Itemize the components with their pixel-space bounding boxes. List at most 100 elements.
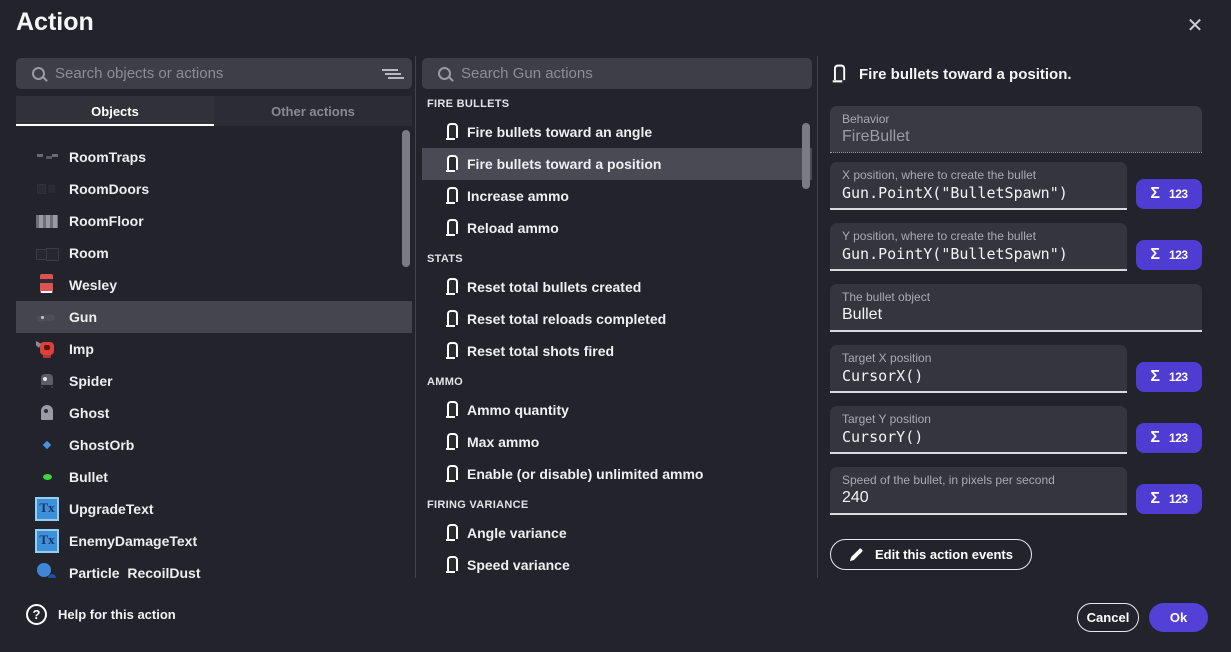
object-item-enemydamagetext[interactable]: EnemyDamageText	[16, 525, 412, 557]
room-sprite-icon	[35, 241, 59, 265]
target-x-field[interactable]: CursorX()	[842, 367, 1115, 385]
action-list: FIRE BULLETS Fire bullets toward an angl…	[422, 92, 812, 578]
action-item-reset-reloads-completed[interactable]: Reset total reloads completed	[422, 303, 812, 335]
object-name: RoomDoors	[69, 181, 149, 197]
action-name: Enable (or disable) unlimited ammo	[467, 466, 703, 482]
object-list-scrollbar[interactable]	[402, 130, 410, 267]
object-item-gun-selected[interactable]: Gun	[16, 301, 412, 333]
help-icon: ?	[26, 604, 47, 625]
bullet-icon	[443, 154, 459, 174]
numbers-icon: 123	[1169, 187, 1188, 201]
object-item-roomdoors[interactable]: RoomDoors	[16, 173, 412, 205]
object-item-particle-recoildust[interactable]: Particle_RecoilDust	[16, 557, 412, 578]
search-icon	[438, 67, 451, 80]
expression-editor-button[interactable]: Σ 123	[1136, 484, 1202, 514]
actions-search-input[interactable]: Search Gun actions	[422, 58, 812, 89]
object-name: Wesley	[69, 277, 117, 293]
action-name: Reset total reloads completed	[467, 311, 666, 327]
action-item-max-ammo[interactable]: Max ammo	[422, 426, 812, 458]
field-label: X position, where to create the bullet	[842, 168, 1115, 182]
bullet-object-field[interactable]: Bullet	[842, 306, 1190, 324]
object-item-roomfloor[interactable]: RoomFloor	[16, 205, 412, 237]
left-tabbar: Objects Other actions	[16, 96, 412, 126]
object-item-ghostorb[interactable]: GhostOrb	[16, 429, 412, 461]
action-item-fire-angle[interactable]: Fire bullets toward an angle	[422, 116, 812, 148]
x-position-field[interactable]: Gun.PointX("BulletSpawn")	[842, 184, 1115, 202]
object-item-imp[interactable]: Imp	[16, 333, 412, 365]
ok-button[interactable]: Ok	[1149, 603, 1208, 632]
panel-divider	[415, 56, 416, 578]
action-item-fire-position-selected[interactable]: Fire bullets toward a position	[422, 148, 812, 180]
object-item-room[interactable]: Room	[16, 237, 412, 269]
action-list-scrollbar[interactable]	[802, 123, 810, 189]
action-item-reload-ammo[interactable]: Reload ammo	[422, 212, 812, 244]
sigma-icon: Σ	[1150, 246, 1160, 264]
action-name: Angle variance	[467, 525, 567, 541]
object-list: RoomTraps RoomDoors RoomFloor Room Wesle…	[16, 127, 412, 578]
edit-action-events-button[interactable]: Edit this action events	[830, 539, 1032, 570]
field-row-target-y: Target Y position CursorY() Σ 123	[830, 406, 1202, 454]
help-label: Help for this action	[58, 607, 176, 622]
action-description: Fire bullets toward a position.	[859, 66, 1072, 83]
action-name: Reload ammo	[467, 220, 559, 236]
object-item-ghost[interactable]: Ghost	[16, 397, 412, 429]
action-item-ammo-quantity[interactable]: Ammo quantity	[422, 394, 812, 426]
ghost-sprite-icon	[35, 401, 59, 425]
objects-search-input[interactable]: Search objects or actions	[16, 58, 412, 89]
panel-divider	[817, 56, 818, 578]
object-name: Imp	[69, 341, 94, 357]
object-item-bullet[interactable]: Bullet	[16, 461, 412, 493]
field-label: Target X position	[842, 351, 1115, 365]
y-position-field[interactable]: Gun.PointY("BulletSpawn")	[842, 245, 1115, 263]
object-name: Spider	[69, 373, 113, 389]
numbers-icon: 123	[1169, 370, 1188, 384]
cancel-button[interactable]: Cancel	[1077, 603, 1139, 632]
filter-icon[interactable]	[382, 68, 398, 80]
spider-sprite-icon	[35, 369, 59, 393]
bullet-icon	[443, 218, 459, 238]
bullet-icon	[443, 464, 459, 484]
bullet-icon	[443, 400, 459, 420]
object-item-upgradetext[interactable]: UpgradeText	[16, 493, 412, 525]
action-name: Reset total bullets created	[467, 279, 641, 295]
action-item-unlimited-ammo[interactable]: Enable (or disable) unlimited ammo	[422, 458, 812, 490]
tab-other-actions[interactable]: Other actions	[214, 96, 412, 126]
action-item-increase-ammo[interactable]: Increase ammo	[422, 180, 812, 212]
bullet-sprite-icon	[35, 465, 59, 489]
numbers-icon: 123	[1169, 248, 1188, 262]
action-name: Fire bullets toward an angle	[467, 124, 652, 140]
bullet-icon	[443, 432, 459, 452]
pencil-icon	[849, 547, 864, 562]
expression-editor-button[interactable]: Σ 123	[1136, 179, 1202, 209]
action-parameters-panel: Fire bullets toward a position. Behavior…	[830, 64, 1202, 570]
action-item-angle-variance[interactable]: Angle variance	[422, 517, 812, 549]
object-name: RoomFloor	[69, 213, 144, 229]
numbers-icon: 123	[1169, 492, 1188, 506]
field-label: Speed of the bullet, in pixels per secon…	[842, 473, 1115, 487]
speed-field[interactable]: 240	[842, 489, 1115, 507]
object-item-wesley[interactable]: Wesley	[16, 269, 412, 301]
object-item-spider[interactable]: Spider	[16, 365, 412, 397]
action-name: Reset total shots fired	[467, 343, 614, 359]
search-placeholder: Search objects or actions	[55, 65, 382, 82]
text-object-icon	[35, 497, 59, 521]
action-item-reset-bullets-created[interactable]: Reset total bullets created	[422, 271, 812, 303]
help-link[interactable]: ? Help for this action	[26, 604, 176, 625]
target-y-field[interactable]: CursorY()	[842, 428, 1115, 446]
particle-sprite-icon	[35, 561, 59, 578]
action-item-clipped[interactable]: Speed variance	[422, 549, 812, 578]
field-label: Behavior	[842, 112, 1190, 126]
action-dialog: Action ✕ Search objects or actions Objec…	[0, 0, 1231, 652]
object-name: EnemyDamageText	[69, 533, 197, 549]
tab-objects[interactable]: Objects	[16, 96, 214, 126]
close-icon[interactable]: ✕	[1183, 14, 1207, 38]
object-item-roomtraps[interactable]: RoomTraps	[16, 141, 412, 173]
search-placeholder: Search Gun actions	[461, 65, 802, 82]
action-item-reset-shots-fired[interactable]: Reset total shots fired	[422, 335, 812, 367]
expression-editor-button[interactable]: Σ 123	[1136, 423, 1202, 453]
bullet-icon	[443, 555, 459, 575]
expression-editor-button[interactable]: Σ 123	[1136, 362, 1202, 392]
expression-editor-button[interactable]: Σ 123	[1136, 240, 1202, 270]
field-label: The bullet object	[842, 290, 1190, 304]
field-row-y-position: Y position, where to create the bullet G…	[830, 223, 1202, 271]
